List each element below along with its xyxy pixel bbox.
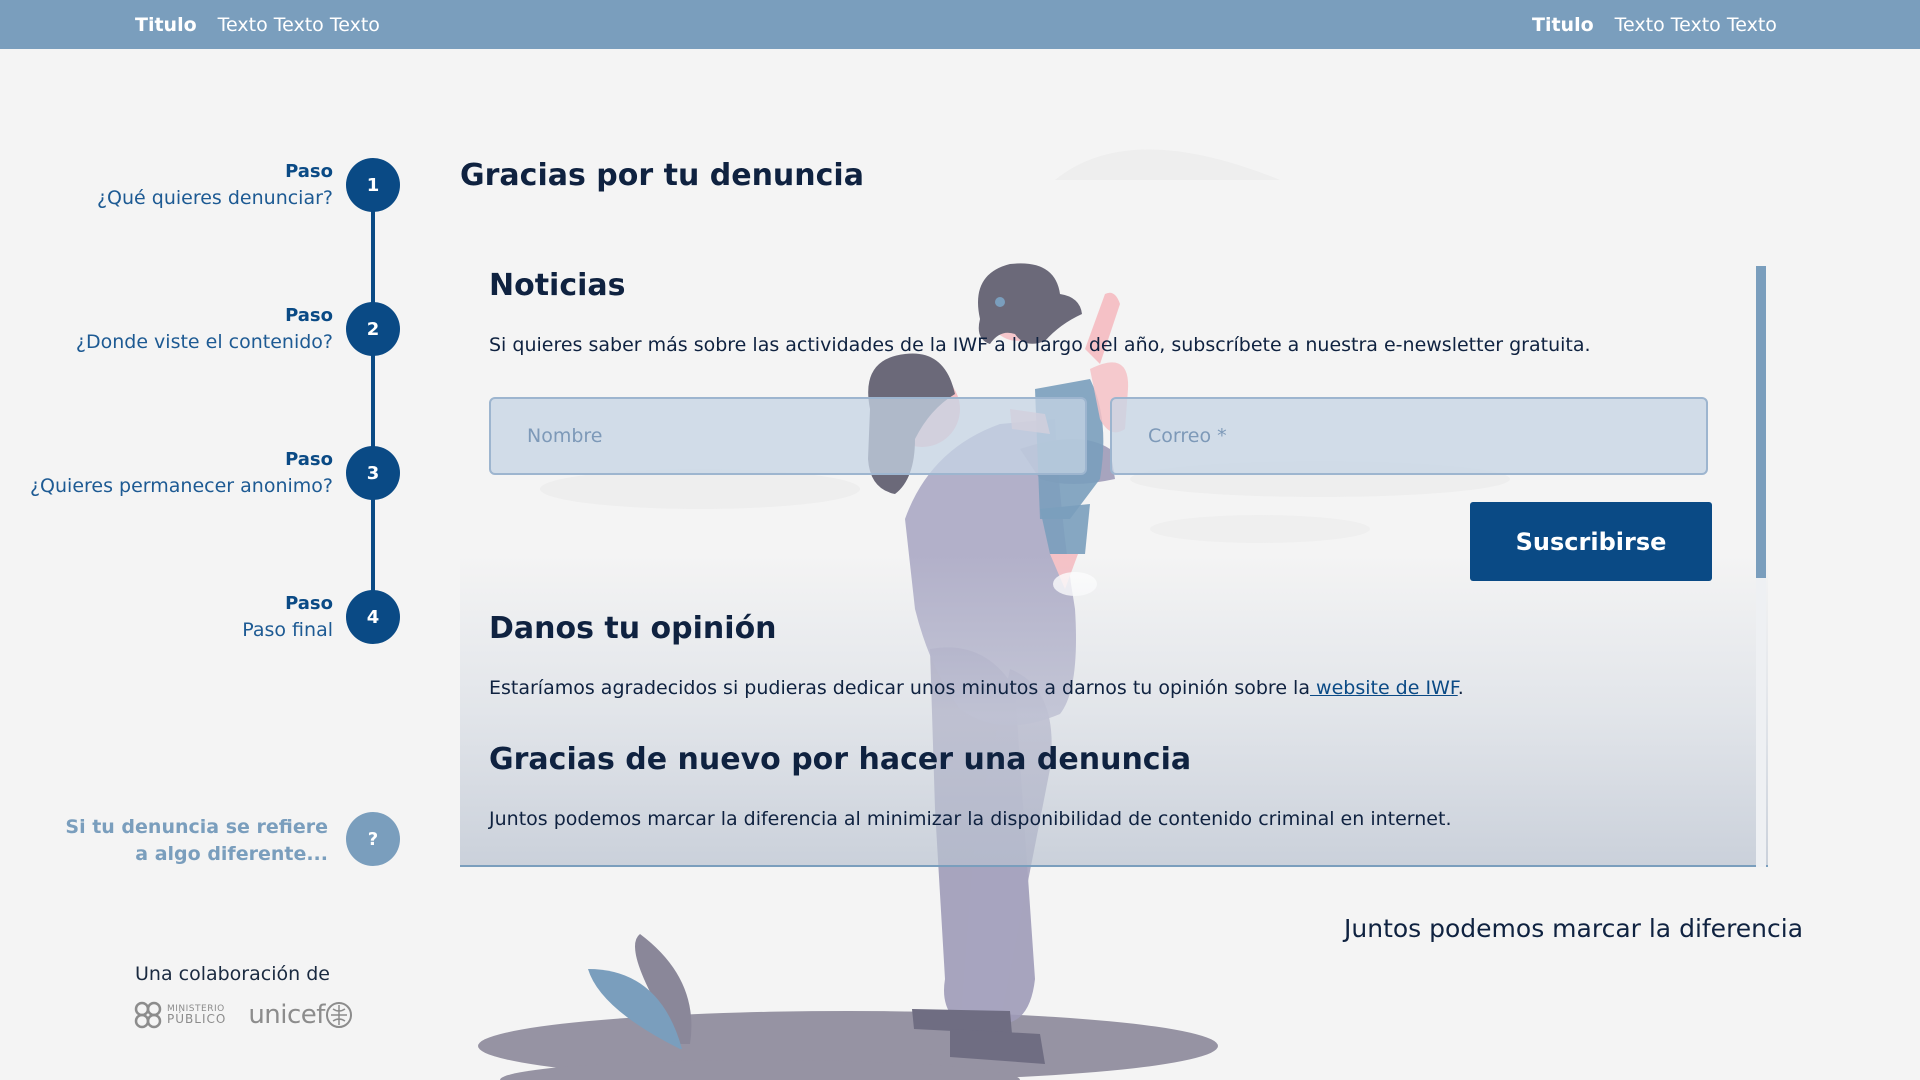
step-1-circle[interactable]: 1 (346, 158, 400, 212)
step-4-label: Paso (285, 593, 333, 614)
opinion-text-before: Estaríamos agradecidos si pudieras dedic… (489, 677, 1310, 699)
footer-slogan: Juntos podemos marcar la diferencia (1344, 914, 1804, 943)
page-title: Gracias por tu denuncia (460, 158, 864, 193)
step-1-title: ¿Qué quieres denunciar? (96, 187, 333, 209)
topbar-right-title[interactable]: Titulo (1532, 14, 1594, 36)
news-heading: Noticias (489, 268, 626, 303)
step-3-label: Paso (285, 449, 333, 470)
topbar-right-text[interactable]: Texto Texto Texto (1615, 14, 1777, 36)
opinion-text: Estaríamos agradecidos si pudieras dedic… (489, 677, 1464, 699)
step-2-circle[interactable]: 2 (346, 302, 400, 356)
opinion-text-after: . (1457, 677, 1464, 699)
scrollbar-thumb[interactable] (1756, 266, 1766, 578)
help-line-2: a algo diferente... (135, 843, 328, 865)
thanks-heading: Gracias de nuevo por hacer una denuncia (489, 742, 1192, 777)
unicef-logo: unicef (248, 1000, 353, 1030)
step-3-text[interactable]: Paso ¿Quieres permanecer anonimo? (30, 446, 333, 500)
email-input[interactable] (1110, 397, 1708, 475)
step-2-title: ¿Donde viste el contenido? (75, 331, 333, 353)
ministerio-publico-icon (134, 1001, 162, 1029)
help-line-1: Si tu denuncia se refiere (65, 816, 328, 838)
subscribe-button[interactable]: Suscribirse (1470, 502, 1712, 581)
collaboration-label: Una colaboración de (135, 963, 330, 985)
step-4-title: Paso final (242, 619, 333, 641)
step-3-title: ¿Quieres permanecer anonimo? (29, 475, 333, 497)
news-text: Si quieres saber más sobre las actividad… (489, 334, 1591, 356)
name-input[interactable] (489, 397, 1087, 475)
topbar-right-group[interactable]: Titulo Texto Texto Texto (1532, 0, 1777, 49)
unicef-wordmark: unicef (248, 1000, 325, 1030)
ministerio-publico-logo: MINISTERIO PÚBLICO (133, 1000, 226, 1030)
help-question-icon[interactable]: ? (346, 812, 400, 866)
step-1-label: Paso (285, 161, 333, 182)
step-4-text[interactable]: Paso Paso final (242, 590, 333, 644)
step-4-circle[interactable]: 4 (346, 590, 400, 644)
report-stepper: Paso ¿Qué quieres denunciar? 1 Paso ¿Don… (0, 0, 420, 1080)
iwf-website-link[interactable]: website de IWF (1310, 677, 1458, 699)
help-text[interactable]: Si tu denuncia se refiere a algo diferen… (65, 814, 328, 868)
partner-logos: MINISTERIO PÚBLICO unicef (133, 1000, 353, 1030)
step-3-circle[interactable]: 3 (346, 446, 400, 500)
thanks-text: Juntos podemos marcar la diferencia al m… (489, 808, 1452, 830)
content-scrollbar[interactable] (1756, 266, 1766, 867)
publico-text: PÚBLICO (167, 1012, 227, 1026)
stepper-line (371, 184, 375, 616)
step-1-text[interactable]: Paso ¿Qué quieres denunciar? (97, 158, 333, 212)
step-2-text[interactable]: Paso ¿Donde viste el contenido? (76, 302, 333, 356)
opinion-heading: Danos tu opinión (489, 611, 777, 646)
step-2-label: Paso (285, 305, 333, 326)
unicef-globe-icon (325, 1002, 352, 1028)
